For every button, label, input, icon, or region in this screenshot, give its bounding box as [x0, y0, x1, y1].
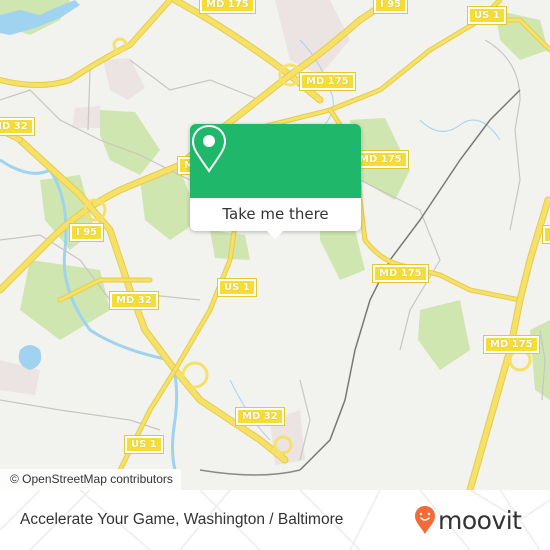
place-name: Accelerate Your Game, Washington / Balti… — [20, 511, 344, 528]
map-pin-icon — [191, 124, 227, 173]
map-view[interactable]: MD 175 I 95 US 1 MD 175 MD 32 MD 175 MD … — [0, 0, 550, 490]
footer-bar: Accelerate Your Game, Washington / Balti… — [0, 490, 550, 550]
road-label-us1: US 1 — [124, 435, 164, 454]
road-label-md175: MD 175 — [199, 0, 256, 14]
road-label-us1: US 1 — [467, 6, 507, 25]
moovit-wordmark: moovit — [438, 505, 522, 535]
road-label-md175: MD 175 — [299, 72, 356, 91]
moovit-pin-icon — [415, 506, 435, 534]
popup-header — [190, 124, 361, 198]
minor-road — [199, 469, 301, 476]
interchange-loops — [83, 37, 532, 455]
road-label-md175: MD 175 — [352, 150, 409, 169]
map-attribution[interactable]: © OpenStreetMap contributors — [0, 469, 181, 490]
take-me-there-button[interactable]: Take me there — [190, 198, 361, 231]
road-label-md32: MD 32 — [0, 117, 35, 136]
road-label-md32: MD 32 — [235, 407, 285, 426]
road-label-md175: MD 175 — [372, 264, 429, 283]
location-popup: Take me there — [190, 124, 361, 239]
moovit-logo[interactable]: moovit — [414, 502, 522, 538]
road-label-i95: I 95 — [372, 0, 409, 14]
minor-road — [129, 59, 261, 101]
road-label-us1: US 1 — [217, 278, 257, 297]
road-label-md175: MD 175 — [483, 335, 540, 354]
minor-road — [0, 399, 161, 431]
road-label-md32: MD 32 — [109, 291, 159, 310]
road-label-md175: MD 175 — [542, 225, 550, 244]
minor-road — [484, 39, 521, 231]
minor-road — [0, 89, 191, 181]
urban-area — [103, 58, 145, 100]
urban-area — [72, 106, 102, 128]
park — [418, 300, 470, 370]
park — [100, 110, 160, 175]
popup-pointer — [267, 231, 283, 239]
road-label-i95: I 95 — [68, 223, 105, 242]
